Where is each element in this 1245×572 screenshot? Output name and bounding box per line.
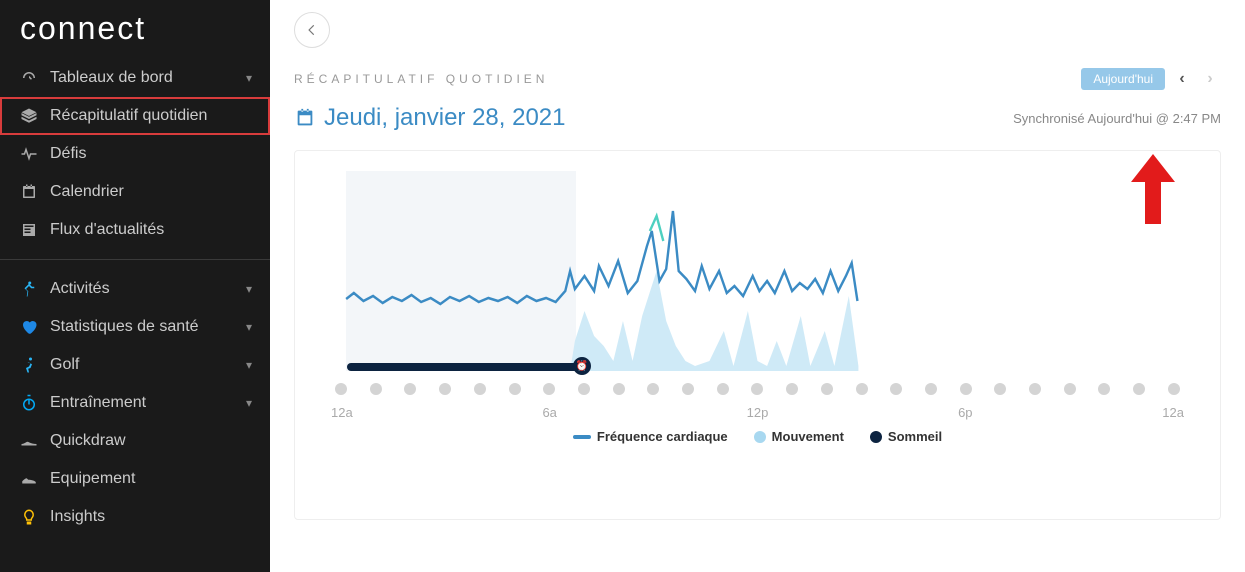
sidebar-item-label: Golf [50,356,79,374]
bulb-icon [18,507,40,527]
logo: connect [0,0,270,59]
page-title: 31 Jeudi, janvier 28, 2021 [294,104,566,132]
sidebar-item-tableaux[interactable]: Tableaux de bord ▾ [0,59,270,97]
sync-status: Synchronisé Aujourd'hui @ 2:47 PM [1013,111,1221,126]
shoe2-icon [18,469,40,489]
sidebar: connect Tableaux de bord ▾ Récapitulatif… [0,0,270,572]
sleep-bar [347,363,581,371]
sidebar-item-calendrier[interactable]: 31 Calendrier [0,173,270,211]
shoe-icon [18,431,40,451]
legend-swatch [573,435,591,439]
prev-day-button[interactable]: ‹ [1171,68,1193,90]
activity-icon [18,279,40,299]
legend-label: Mouvement [772,429,844,444]
date-text: Jeudi, janvier 28, 2021 [324,104,566,132]
sidebar-item-activites[interactable]: Activités ▾ [0,270,270,308]
back-button[interactable] [294,12,330,48]
date-nav: Aujourd'hui ‹ › [1081,68,1221,90]
legend-movement[interactable]: Mouvement [754,429,844,444]
chart-card: ⏰ 12a 6a 12p 6p 12a Fréquence cardiaque [294,150,1221,520]
svg-text:31: 31 [301,117,309,126]
x-tick: 12p [747,405,769,420]
sidebar-item-label: Quickdraw [50,432,126,450]
sidebar-item-label: Insights [50,508,105,526]
sidebar-item-defis[interactable]: Défis [0,135,270,173]
stopwatch-icon [18,393,40,413]
layers-icon [18,106,40,126]
legend-sleep[interactable]: Sommeil [870,429,942,444]
sidebar-item-label: Activités [50,280,110,298]
x-tick: 12a [1162,405,1184,420]
annotation-arrow [1131,154,1175,224]
logo-text: connect [20,10,250,47]
svg-text:31: 31 [26,192,33,198]
chevron-down-icon: ▾ [246,358,252,372]
news-icon [18,220,40,240]
sidebar-item-label: Récapitulatif quotidien [50,107,207,125]
legend-swatch [870,431,882,443]
main-content: RÉCAPITULATIF QUOTIDIEN Aujourd'hui ‹ › … [270,0,1245,572]
x-tick: 6a [542,405,556,420]
wave-icon [18,144,40,164]
legend-label: Sommeil [888,429,942,444]
legend-label: Fréquence cardiaque [597,429,728,444]
sidebar-item-golf[interactable]: Golf ▾ [0,346,270,384]
sidebar-item-recapitulatif[interactable]: Récapitulatif quotidien [0,97,270,135]
x-tick: 6p [958,405,972,420]
sidebar-item-label: Défis [50,145,86,163]
legend-hr[interactable]: Fréquence cardiaque [573,429,728,444]
heart-icon [18,317,40,337]
sidebar-item-label: Entraînement [50,394,146,412]
sidebar-item-label: Equipement [50,470,135,488]
chevron-down-icon: ▾ [246,320,252,334]
chevron-left-icon [305,23,319,37]
nav: Tableaux de bord ▾ Récapitulatif quotidi… [0,59,270,572]
calendar-icon: 31 [294,107,316,129]
sidebar-item-label: Flux d'actualités [50,221,164,239]
sidebar-item-insights[interactable]: Insights [0,498,270,536]
heart-rate-line [325,171,1190,371]
sidebar-item-quickdraw[interactable]: Quickdraw [0,422,270,460]
sidebar-item-label: Tableaux de bord [50,69,173,87]
golf-icon [18,355,40,375]
sidebar-item-label: Calendrier [50,183,124,201]
breadcrumb: RÉCAPITULATIF QUOTIDIEN [294,72,548,86]
calendar-icon: 31 [18,182,40,202]
sidebar-item-equipement[interactable]: Equipement [0,460,270,498]
timeline-dots [325,383,1190,395]
sidebar-item-label: Statistiques de santé [50,318,199,336]
today-button[interactable]: Aujourd'hui [1081,68,1165,90]
sidebar-item-flux[interactable]: Flux d'actualités [0,211,270,249]
chevron-down-icon: ▾ [246,282,252,296]
alarm-icon: ⏰ [573,357,591,375]
chart-legend: Fréquence cardiaque Mouvement Sommeil [325,429,1190,444]
gauge-icon [18,68,40,88]
daily-chart[interactable]: ⏰ 12a 6a 12p 6p 12a [325,171,1190,431]
x-tick: 12a [331,405,353,420]
nav-divider [0,259,270,260]
legend-swatch [754,431,766,443]
x-axis-labels: 12a 6a 12p 6p 12a [325,405,1190,420]
sidebar-item-entrainement[interactable]: Entraînement ▾ [0,384,270,422]
chevron-down-icon: ▾ [246,396,252,410]
sidebar-item-sante[interactable]: Statistiques de santé ▾ [0,308,270,346]
next-day-button[interactable]: › [1199,68,1221,90]
chevron-down-icon: ▾ [246,71,252,85]
